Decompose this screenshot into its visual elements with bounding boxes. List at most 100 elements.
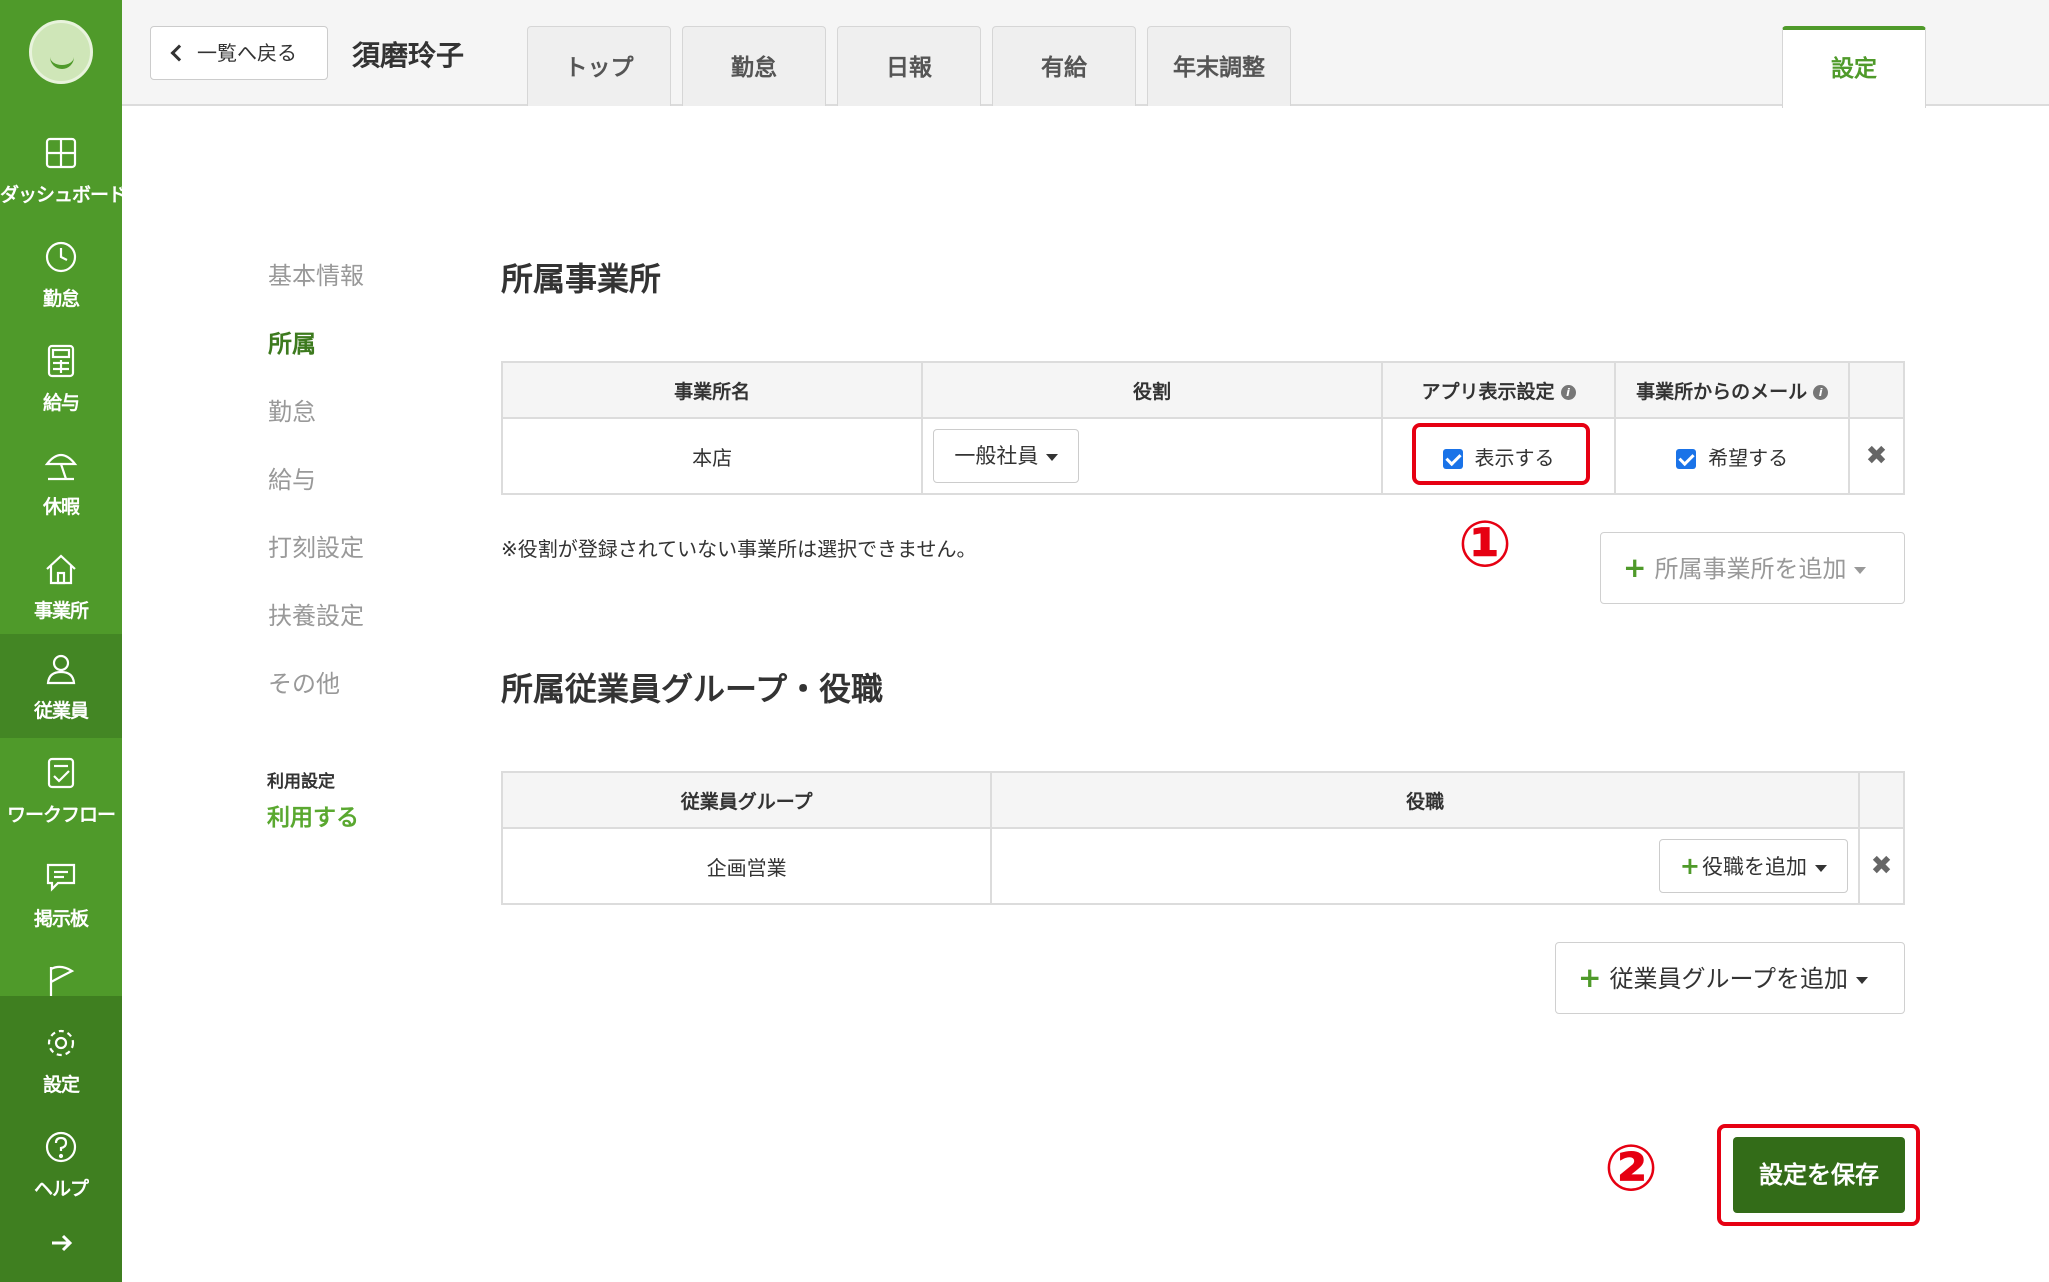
subnav-payroll[interactable]: 給与: [268, 460, 316, 495]
tab-label: 勤怠: [731, 55, 777, 81]
subnav-dependents[interactable]: 扶養設定: [268, 596, 364, 631]
office-table: 事業所名 役割 アプリ表示設定 i 事業所からのメール i 本店 一般社員 表示する…: [500, 361, 1905, 495]
remove-cell: ✖: [1858, 827, 1905, 905]
sidebar-item-office[interactable]: 事業所: [0, 534, 122, 638]
column-header-office-name: 事業所名: [500, 361, 924, 419]
sidebar-item-dashboard[interactable]: ダッシュボード: [0, 118, 127, 222]
tab-top[interactable]: トップ: [527, 26, 671, 106]
caret-down-icon: [1854, 566, 1867, 574]
tab-paid-leave[interactable]: 有給: [992, 26, 1136, 106]
caret-down-icon: [1046, 453, 1059, 461]
close-icon[interactable]: ✖: [1871, 851, 1893, 881]
caret-down-icon: [1815, 864, 1828, 872]
table-row: 本店 一般社員 表示する 希望する ✖: [500, 417, 1905, 495]
column-header-remove: [1848, 361, 1905, 419]
info-icon[interactable]: i: [1813, 384, 1829, 400]
mail-checkbox[interactable]: [1676, 449, 1697, 469]
arrow-right-icon: [52, 1234, 73, 1252]
sidebar-expand-button[interactable]: [0, 1218, 122, 1278]
role-cell: 一般社員: [921, 417, 1383, 495]
position-cell: +役職を追加: [990, 827, 1861, 905]
role-dropdown[interactable]: 一般社員: [933, 429, 1080, 483]
sidebar-item-label: 給与: [42, 392, 80, 414]
sidebar-item-help[interactable]: ヘルプ: [0, 1112, 122, 1216]
back-button-label: 一覧へ戻る: [197, 41, 297, 65]
home-icon: [46, 554, 76, 585]
office-table-header: 事業所名 役割 アプリ表示設定 i 事業所からのメール i: [500, 361, 1905, 419]
sidebar-item-settings[interactable]: 設定: [0, 1008, 122, 1112]
subnav-clock-settings[interactable]: 打刻設定: [268, 528, 364, 563]
usage-setting-value[interactable]: 利用する: [267, 798, 359, 832]
save-settings-button[interactable]: 設定を保存: [1733, 1137, 1905, 1213]
column-header-position: 役職: [990, 771, 1861, 829]
annotation-marker-1: ①: [1458, 508, 1513, 582]
sidebar-item-label: 掲示板: [33, 908, 89, 930]
tab-attendance[interactable]: 勤怠: [682, 26, 826, 106]
subnav-other[interactable]: その他: [268, 664, 340, 699]
subnav-attendance[interactable]: 勤怠: [268, 392, 316, 427]
column-header-remove: [1858, 771, 1905, 829]
flag-icon: [49, 965, 75, 997]
checklist-icon: [47, 757, 75, 789]
group-table-header: 従業員グループ 役職: [500, 771, 1905, 829]
beach-umbrella-icon: [44, 453, 78, 481]
group-table: 従業員グループ 役職 企画営業 +役職を追加 ✖: [500, 771, 1905, 905]
mail-label: 希望する: [1708, 445, 1789, 470]
sidebar-item-label: 設定: [42, 1074, 80, 1096]
office-name-cell: 本店: [500, 417, 924, 495]
sidebar-lower: 設定 ヘルプ: [0, 996, 122, 1282]
tab-label: 有給: [1041, 55, 1087, 81]
plus-icon: +: [1623, 551, 1647, 584]
gear-icon: [47, 1029, 75, 1057]
column-header-employee-group: 従業員グループ: [500, 771, 993, 829]
sidebar-item-employees[interactable]: 従業員: [0, 634, 122, 738]
office-note: ※役割が登録されていない事業所は選択できません。: [501, 537, 977, 561]
tab-year-end-adjustment[interactable]: 年末調整: [1147, 26, 1291, 106]
tab-label: 設定: [1831, 56, 1877, 82]
sidebar-item-flag[interactable]: [0, 946, 122, 997]
sidebar-item-label: ワークフロー: [6, 804, 116, 826]
plus-icon: +: [1679, 852, 1701, 880]
subnav-basic-info[interactable]: 基本情報: [268, 256, 364, 291]
sidebar-item-board[interactable]: 掲示板: [0, 842, 122, 946]
table-row: 企画営業 +役職を追加 ✖: [500, 827, 1905, 905]
chevron-left-icon: [170, 44, 188, 62]
tab-label: 年末調整: [1173, 55, 1265, 81]
highlight-box-app-display: [1412, 423, 1590, 485]
person-icon: [46, 654, 76, 685]
employee-group-cell: 企画営業: [500, 827, 993, 905]
sidebar-item-label: 勤怠: [42, 288, 80, 310]
sidebar-item-workflow[interactable]: ワークフロー: [0, 738, 122, 842]
add-position-dropdown[interactable]: +役職を追加: [1658, 839, 1849, 893]
sidebar-item-leave[interactable]: 休暇: [0, 430, 122, 534]
tab-daily-report[interactable]: 日報: [837, 26, 981, 106]
close-icon[interactable]: ✖: [1866, 441, 1888, 471]
sidebar-item-label: ヘルプ: [33, 1178, 89, 1200]
sidebar-item-attendance[interactable]: 勤怠: [0, 222, 122, 326]
calculator-icon: [47, 344, 75, 378]
smile-logo-icon[interactable]: [29, 20, 93, 84]
add-office-button[interactable]: + 所属事業所を追加: [1600, 532, 1905, 604]
mail-cell: 希望する: [1614, 417, 1850, 495]
back-to-list-button[interactable]: 一覧へ戻る: [150, 26, 328, 80]
header-bar: 一覧へ戻る 須磨玲子 トップ 勤怠 日報 有給 年末調整 設定: [122, 0, 2049, 108]
tab-settings[interactable]: 設定: [1782, 26, 1926, 108]
tab-label: 日報: [886, 55, 932, 81]
sidebar-item-payroll[interactable]: 給与: [0, 326, 122, 430]
sidebar-item-label: 従業員: [33, 700, 89, 722]
sidebar: ダッシュボード 勤怠 給与 休暇 事業所 従業員 ワークフロー 掲示板 設定 ヘ…: [0, 0, 127, 1282]
remove-cell: ✖: [1848, 417, 1905, 495]
info-icon[interactable]: i: [1560, 384, 1576, 400]
subnav-affiliation[interactable]: 所属: [268, 324, 316, 359]
dashboard-icon: [45, 137, 77, 169]
add-employee-group-button[interactable]: + 従業員グループを追加: [1555, 942, 1905, 1014]
group-section-title: 所属従業員グループ・役職: [501, 670, 884, 708]
annotation-marker-2: ②: [1604, 1132, 1659, 1206]
help-icon: [45, 1131, 77, 1163]
column-header-office-mail: 事業所からのメール i: [1614, 361, 1850, 419]
sidebar-item-label: 休暇: [42, 496, 80, 518]
office-section-title: 所属事業所: [501, 260, 662, 298]
column-header-role: 役割: [921, 361, 1383, 419]
tab-label: トップ: [564, 55, 634, 81]
chat-icon: [46, 863, 76, 892]
